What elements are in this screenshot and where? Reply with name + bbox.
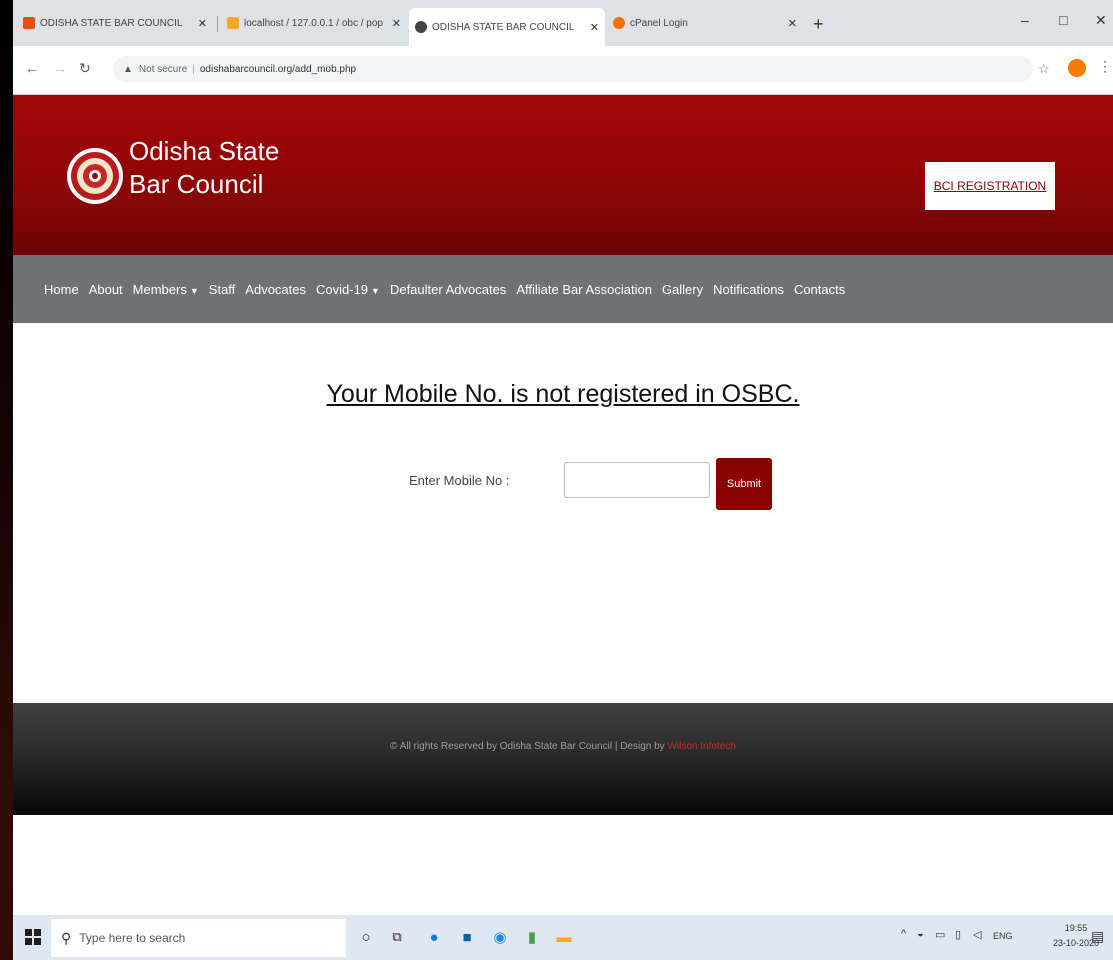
url-text: odishabarcouncil.org/add_mob.php xyxy=(199,63,357,75)
mobile-label: Enter Mobile No : xyxy=(409,473,510,488)
nav-defaulter-advocates[interactable]: Defaulter Advocates xyxy=(390,282,506,297)
nav-affiliate-bar-association[interactable]: Affiliate Bar Association xyxy=(516,282,652,297)
forward-arrow-icon[interactable]: → xyxy=(53,60,67,76)
nav-staff[interactable]: Staff xyxy=(209,282,236,297)
site-brand[interactable]: Odisha State Bar Council xyxy=(129,135,279,201)
brand-line-2: Bar Council xyxy=(129,169,264,199)
browser-tab[interactable]: localhost / 127.0.0.1 / obc / pop ✕ xyxy=(221,8,407,38)
footer-text: © All rights Reserved by Odisha State Ba… xyxy=(390,741,665,752)
nav-gallery[interactable]: Gallery xyxy=(662,282,703,297)
minimize-button[interactable]: – xyxy=(1021,12,1029,28)
site-header: Odisha State Bar Council BCI REGISTRATIO… xyxy=(13,95,1113,255)
network-icon[interactable]: ◒ xyxy=(917,928,924,940)
battery-icon[interactable]: ▭ xyxy=(935,928,945,941)
divider: | xyxy=(192,63,195,75)
nav-about[interactable]: About xyxy=(89,282,123,297)
cpanel-favicon-icon xyxy=(613,17,625,29)
site-footer: © All rights Reserved by Odisha State Ba… xyxy=(13,703,1113,815)
notepad-icon[interactable]: ▮ xyxy=(521,926,543,948)
brand-line-1: Odisha State xyxy=(129,136,280,166)
nav-members-label: Members xyxy=(132,281,187,297)
maximize-button[interactable]: □ xyxy=(1059,12,1067,28)
browser-tab-bar: ODISHA STATE BAR COUNCIL ✕ localhost / 1… xyxy=(13,0,1113,46)
not-registered-notice: Your Mobile No. is not registered in OSB… xyxy=(326,380,800,408)
volume-icon[interactable]: ◁ xyxy=(973,928,981,941)
footer-designer-link[interactable]: Wilson Infotech xyxy=(667,741,735,752)
language-indicator[interactable]: ENG xyxy=(993,931,1013,941)
nav-contacts[interactable]: Contacts xyxy=(794,282,845,297)
address-bar[interactable]: ▲ Not secure | odishabarcouncil.org/add_… xyxy=(113,56,1033,82)
windows-taskbar: ⚲ Type here to search ○ ⧉ ● ■ ◉ ▮ ▬ ^ ◒ … xyxy=(13,915,1113,960)
nav-advocates[interactable]: Advocates xyxy=(245,282,306,297)
browser-tab[interactable]: cPanel Login ✕ xyxy=(607,8,803,38)
tray-chevron-icon[interactable]: ^ xyxy=(901,928,906,940)
store-icon[interactable]: ■ xyxy=(456,926,478,948)
notification-center-icon[interactable]: ▤ xyxy=(1091,928,1104,945)
chrome-icon[interactable]: ◉ xyxy=(489,926,511,948)
bci-registration-button[interactable]: BCI REGISTRATION xyxy=(925,162,1055,210)
warning-icon: ▲ xyxy=(123,63,133,75)
bar-council-logo-icon[interactable] xyxy=(65,133,125,219)
profile-avatar[interactable] xyxy=(1068,59,1086,77)
nav-covid-label: Covid-19 xyxy=(316,281,369,297)
cortana-icon[interactable]: ○ xyxy=(355,926,377,948)
reload-icon[interactable]: ↻ xyxy=(79,60,91,77)
phpmyadmin-favicon-icon xyxy=(227,17,239,29)
globe-icon xyxy=(415,21,427,33)
taskbar-search[interactable]: ⚲ Type here to search xyxy=(51,919,346,957)
close-tab-icon[interactable]: ✕ xyxy=(198,17,207,30)
close-tab-icon[interactable]: ✕ xyxy=(590,21,599,34)
footer-copyright: © All rights Reserved by Odisha State Ba… xyxy=(13,741,1113,752)
browser-tab-active[interactable]: ODISHA STATE BAR COUNCIL ✕ xyxy=(409,8,605,46)
close-window-button[interactable]: ✕ xyxy=(1095,12,1107,29)
main-nav: Home About Members ▼ Staff Advocates Covi… xyxy=(13,255,1113,323)
mobile-number-input[interactable] xyxy=(564,462,710,498)
security-indicator: Not secure xyxy=(138,63,188,75)
screen: ODISHA STATE BAR COUNCIL ✕ localhost / 1… xyxy=(13,0,1113,960)
taskbar-search-placeholder: Type here to search xyxy=(79,931,186,945)
close-tab-icon[interactable]: ✕ xyxy=(392,17,401,30)
file-explorer-icon[interactable]: ▬ xyxy=(553,926,575,948)
mobile-form: Enter Mobile No : Submit xyxy=(13,458,1113,513)
caret-down-icon: ▼ xyxy=(371,285,380,296)
edge-icon[interactable]: ● xyxy=(423,926,445,948)
new-tab-button[interactable]: + xyxy=(813,14,824,35)
search-icon: ⚲ xyxy=(61,929,72,946)
submit-button[interactable]: Submit xyxy=(716,458,772,510)
browser-toolbar: ← → ↻ ▲ Not secure | odishabarcouncil.or… xyxy=(13,46,1113,95)
back-arrow-icon[interactable]: ← xyxy=(25,60,39,76)
browser-tab[interactable]: ODISHA STATE BAR COUNCIL ✕ xyxy=(17,8,213,38)
tab-separator xyxy=(217,16,218,32)
nav-notifications[interactable]: Notifications xyxy=(713,282,784,297)
nav-home[interactable]: Home xyxy=(44,282,79,297)
close-tab-icon[interactable]: ✕ xyxy=(788,17,797,30)
site-favicon-icon xyxy=(23,17,35,29)
caret-down-icon: ▼ xyxy=(189,285,199,296)
menu-dots-icon[interactable]: ⋮ xyxy=(1098,58,1112,75)
nav-members[interactable]: Members ▼ xyxy=(133,282,199,297)
nav-covid[interactable]: Covid-19 ▼ xyxy=(316,282,380,297)
bookmark-star-icon[interactable]: ☆ xyxy=(1038,61,1050,77)
windows-start-icon[interactable] xyxy=(25,929,41,945)
display-icon[interactable]: ▯ xyxy=(955,928,961,941)
task-view-icon[interactable]: ⧉ xyxy=(386,926,408,948)
